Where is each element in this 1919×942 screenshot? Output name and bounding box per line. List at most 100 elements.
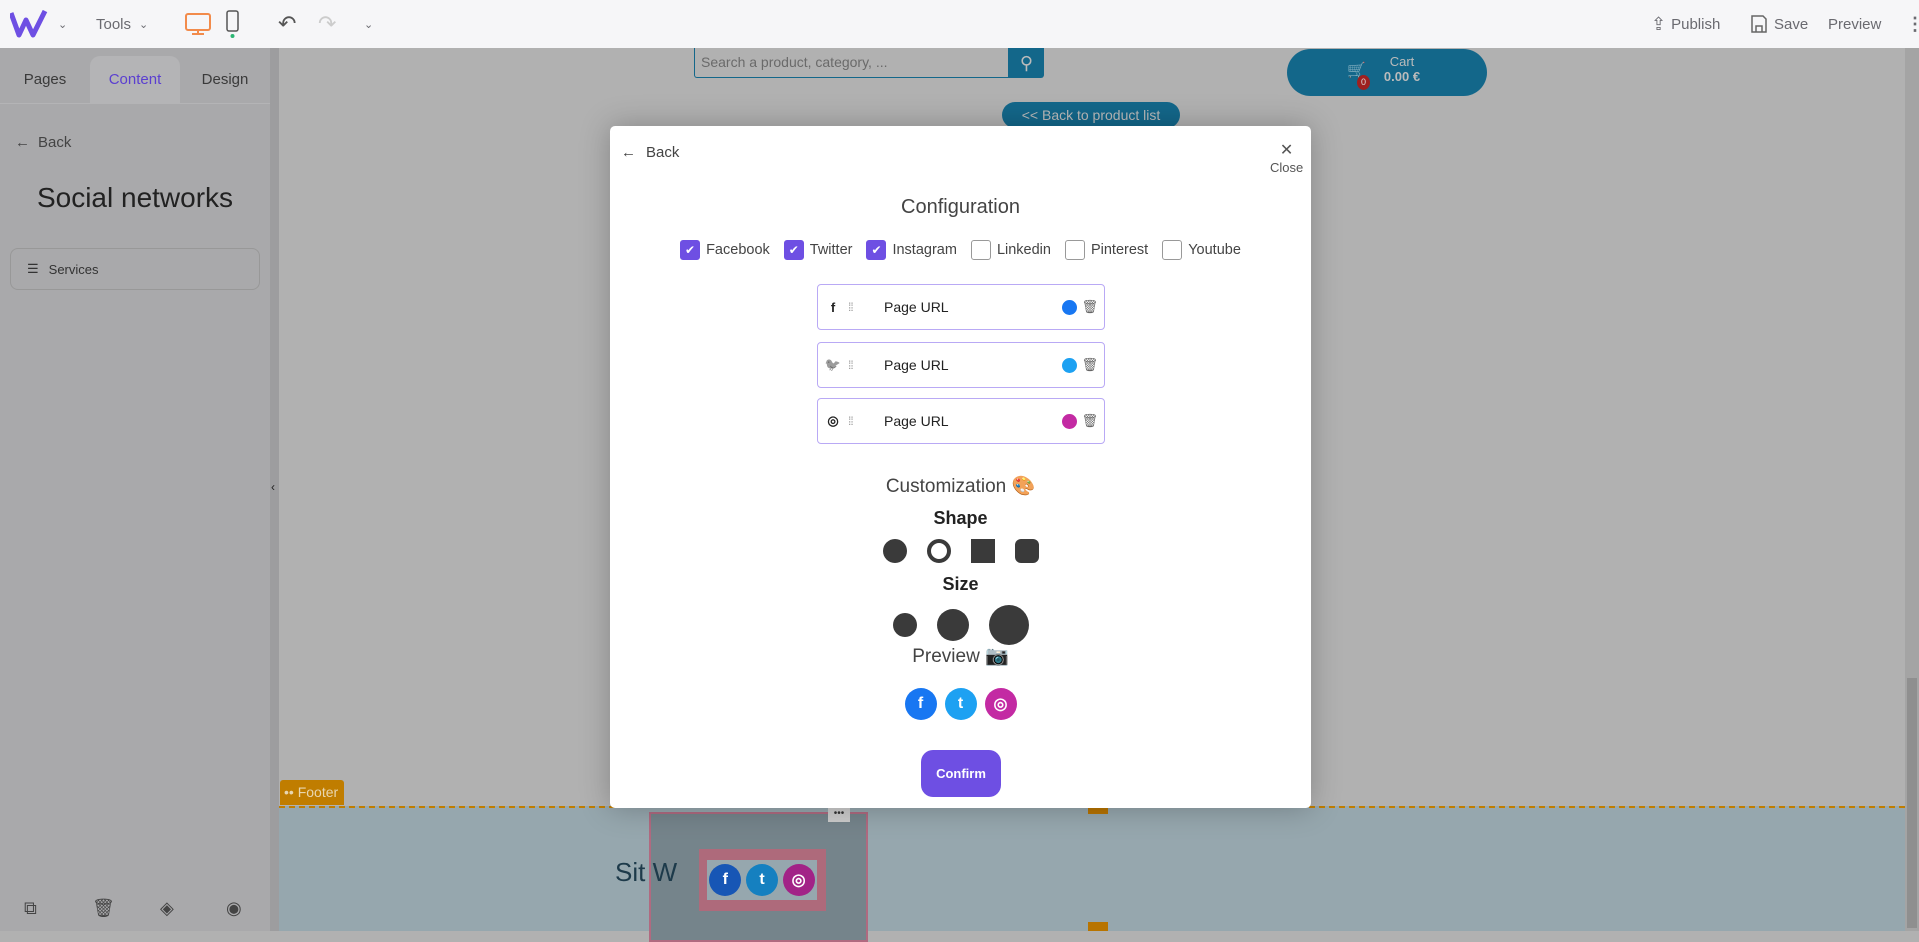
checkbox-label: Instagram [892,242,957,258]
more-menu-button[interactable]: ⋮ [1906,0,1919,48]
color-picker[interactable] [1062,413,1078,429]
checkbox-label: Twitter [809,242,853,258]
tab-content[interactable]: Content [90,56,180,103]
vertical-scrollbar[interactable] [1905,48,1919,931]
social-icons-row: f t ◎ [707,860,817,900]
duplicate-icon: ⧉ [24,898,37,918]
desktop-view-button[interactable] [184,0,212,48]
chevron-down-icon: ⌄ [364,18,374,31]
trash-icon[interactable]: 🗑 [1081,413,1098,429]
cloud-upload-icon: ⇪ [1651,13,1667,34]
customization-title: Customization 🎨 [885,476,1036,497]
shape-rounded-option[interactable] [1014,539,1039,563]
tab-design[interactable]: Design [180,56,270,103]
url-row: 🐦 ⁞⁞ Page URL 🗑 [817,342,1105,388]
trash-icon[interactable]: 🗑 [1081,357,1098,373]
preview-title: Preview 📷 [912,646,1009,667]
checkbox-box[interactable]: ✔ [680,240,701,260]
drag-handle-icon[interactable]: ⁞⁞ [848,358,868,372]
mobile-view-button[interactable] [225,0,241,48]
checkbox-instagram[interactable]: ✔ Instagram [866,240,957,260]
url-row: f ⁞⁞ Page URL 🗑 [817,284,1105,330]
size-options [610,605,1311,645]
chevron-down-icon: ⌄ [58,18,68,31]
save-button[interactable]: Save [1750,0,1808,48]
duplicate-button[interactable]: ⧉ [24,898,37,919]
preview-button[interactable]: Preview [1828,0,1881,48]
color-picker[interactable] [1062,357,1078,373]
redo-button[interactable]: ↷ [318,0,336,48]
checkbox-twitter[interactable]: ✔ Twitter [783,240,853,260]
search-input[interactable]: Search a product, category, ... [694,48,1009,78]
checkbox-box[interactable] [1064,240,1085,260]
page-url-input[interactable]: Page URL [868,299,1062,315]
checkbox-box[interactable]: ✔ [783,240,804,260]
layers-button[interactable]: ◈ [160,898,174,919]
history-dropdown[interactable]: ⌄ [364,0,373,48]
checkbox-label: Facebook [706,242,770,258]
footer-tag[interactable]: •• Footer [280,780,344,805]
cart-button[interactable]: Cart 0.00 € 🛒 0 [1287,49,1487,96]
visibility-button[interactable]: ◉ [226,898,242,919]
page-url-input[interactable]: Page URL [868,413,1062,429]
shape-circle-option[interactable] [882,539,907,563]
undo-icon: ↶ [278,11,297,36]
checkbox-box[interactable] [1162,240,1183,260]
size-small-option[interactable] [892,613,917,637]
arrow-left-icon: ← [621,144,636,161]
publish-label: Publish [1671,15,1721,33]
selected-element-frame[interactable]: f t ◎ ••• [649,808,868,942]
confirm-button[interactable]: Confirm [921,750,1001,797]
checkbox-pinterest[interactable]: Pinterest [1064,240,1148,260]
save-label: Save [1774,15,1809,33]
search-button[interactable]: ⚲ [1009,48,1044,78]
tools-menu[interactable]: Tools ⌄ [96,0,148,48]
publish-button[interactable]: ⇪ Publish [1651,0,1720,48]
delete-button[interactable]: 🗑 [92,898,115,919]
arrow-left-icon: ← [15,134,30,151]
page-url-input[interactable]: Page URL [868,357,1062,373]
color-picker[interactable] [1062,299,1078,315]
back-to-product-list-button[interactable]: << Back to product list [1002,102,1180,128]
checkbox-youtube[interactable]: Youtube [1162,240,1241,260]
size-title: Size [942,574,979,594]
checkbox-box[interactable] [970,240,991,260]
logo-menu[interactable]: ⌄ [10,0,67,48]
checkbox-facebook[interactable]: ✔ Facebook [680,240,770,260]
modal-back-button[interactable]: ← Back [621,144,679,161]
network-checkboxes: ✔ Facebook ✔ Twitter ✔ Instagram Linkedin Pinte… [610,240,1311,260]
drag-handle-icon[interactable]: ⁞⁞ [848,300,868,314]
element-options-button[interactable]: ••• [828,808,850,822]
sliders-icon: ☰ [27,261,39,276]
check-icon: ✔ [685,243,696,257]
instagram-icon: ◎ [984,688,1017,720]
drag-handle-icon[interactable]: ⁞⁞ [848,414,868,428]
scrollbar-thumb[interactable] [1907,678,1917,928]
modal-close-button[interactable]: ✕ Close [1270,140,1303,175]
shape-ring-option[interactable] [926,539,951,563]
social-block[interactable]: f t ◎ [699,849,826,911]
checkbox-box[interactable]: ✔ [866,240,887,260]
footer-tag-label: Footer [297,784,339,800]
check-icon: ✔ [788,243,799,257]
twitter-icon: 🐦 [824,357,842,372]
more-vertical-icon: ⋮ [1906,13,1919,34]
size-large-option[interactable] [988,605,1029,645]
checkbox-linkedin[interactable]: Linkedin [970,240,1051,260]
undo-button[interactable]: ↶ [278,0,296,48]
close-label: Close [1270,160,1304,175]
shape-square-option[interactable] [970,539,995,563]
chevron-down-icon: ⌄ [139,18,149,31]
facebook-icon: f [904,688,937,720]
sidebar-resize-handle[interactable]: ‹ [270,48,279,931]
twitter-icon: t [944,688,977,720]
configuration-title: Configuration [901,196,1020,218]
panel-title: Social networks [36,182,234,213]
back-button[interactable]: ← Back [15,134,71,151]
services-button[interactable]: ☰ Services [10,248,260,290]
instagram-icon: ◎ [782,864,815,896]
size-medium-option[interactable] [936,609,969,641]
trash-icon[interactable]: 🗑 [1081,299,1098,315]
url-row: ◎ ⁞⁞ Page URL 🗑 [817,398,1105,444]
tab-pages[interactable]: Pages [0,56,90,103]
